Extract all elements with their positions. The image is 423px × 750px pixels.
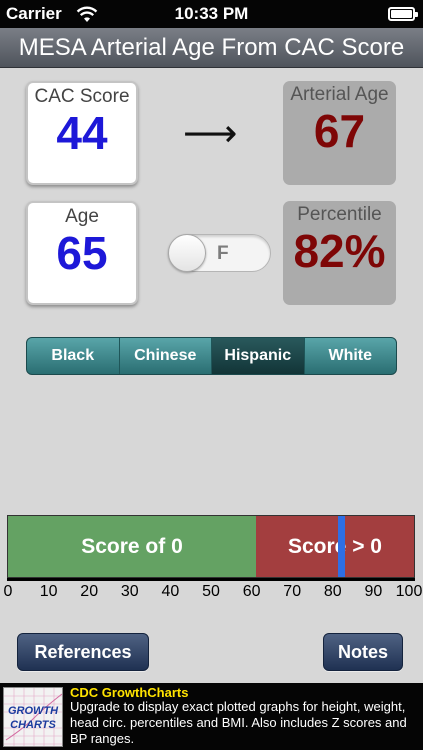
sex-toggle-label: F — [217, 243, 229, 264]
axis-tick-label: 50 — [202, 583, 220, 600]
percentile-box: Percentile 82% — [283, 201, 396, 305]
zero-score-label: Score of 0 — [81, 535, 183, 558]
sex-toggle[interactable]: F — [168, 234, 271, 272]
axis-tick-label: 80 — [323, 583, 342, 600]
axis-tick-label: 100 — [395, 583, 423, 600]
status-bar: Carrier 10:33 PM — [0, 0, 423, 28]
arterial-age-box: Arterial Age 67 — [283, 81, 396, 185]
axis-tick-label: 70 — [283, 583, 302, 600]
cac-score-value: 44 — [56, 107, 108, 159]
growth-charts-logo: GROWTH CHARTS — [3, 687, 63, 747]
cac-score-label: CAC Score — [34, 86, 130, 107]
segment-chinese[interactable]: Chinese — [118, 338, 212, 374]
score-bar: Score of 0 Score > 0 — [7, 515, 415, 578]
axis-line — [7, 578, 415, 581]
positive-score-label: Score > 0 — [288, 535, 382, 558]
battery-icon — [388, 7, 418, 21]
ethnicity-selector: Black Chinese Hispanic White — [26, 337, 397, 375]
axis-tick-label: 60 — [242, 583, 261, 600]
cac-score-box[interactable]: CAC Score 44 — [26, 81, 138, 185]
percentile-marker — [338, 516, 345, 577]
clock: 10:33 PM — [174, 4, 249, 23]
arrow-right-icon: ⟶ — [183, 113, 238, 155]
logo-text-line1: GROWTH — [7, 705, 59, 717]
axis-tick-label: 0 — [3, 583, 13, 600]
age-label: Age — [65, 206, 99, 227]
age-value: 65 — [56, 227, 108, 279]
percentile-value: 82% — [293, 225, 386, 277]
arterial-age-value: 67 — [313, 105, 366, 157]
arterial-age-label: Arterial Age — [290, 84, 389, 105]
segment-black[interactable]: Black — [27, 338, 119, 374]
ad-title: CDC GrowthCharts — [70, 685, 189, 700]
page-title: MESA Arterial Age From CAC Score — [0, 28, 423, 68]
ad-text: Upgrade to display exact plotted graphs … — [70, 699, 407, 746]
segment-hispanic[interactable]: Hispanic — [211, 338, 304, 374]
references-button[interactable]: References — [17, 633, 149, 671]
percentile-axis: 0 10 20 30 40 50 60 70 80 90 100 — [0, 578, 423, 602]
axis-tick-label: 40 — [161, 583, 180, 600]
axis-tick-label: 30 — [120, 583, 139, 600]
logo-text-line2: CHARTS — [10, 719, 56, 731]
age-box[interactable]: Age 65 — [26, 201, 138, 305]
toggle-knob[interactable] — [168, 234, 206, 272]
axis-tick-label: 20 — [80, 583, 99, 600]
segment-white[interactable]: White — [303, 338, 397, 374]
axis-tick-label: 10 — [39, 583, 58, 600]
axis-tick-label: 90 — [364, 583, 383, 600]
ad-banner[interactable]: GROWTH CHARTS CDC GrowthCharts Upgrade t… — [0, 683, 423, 750]
notes-button[interactable]: Notes — [323, 633, 403, 671]
percentile-label: Percentile — [297, 204, 382, 225]
